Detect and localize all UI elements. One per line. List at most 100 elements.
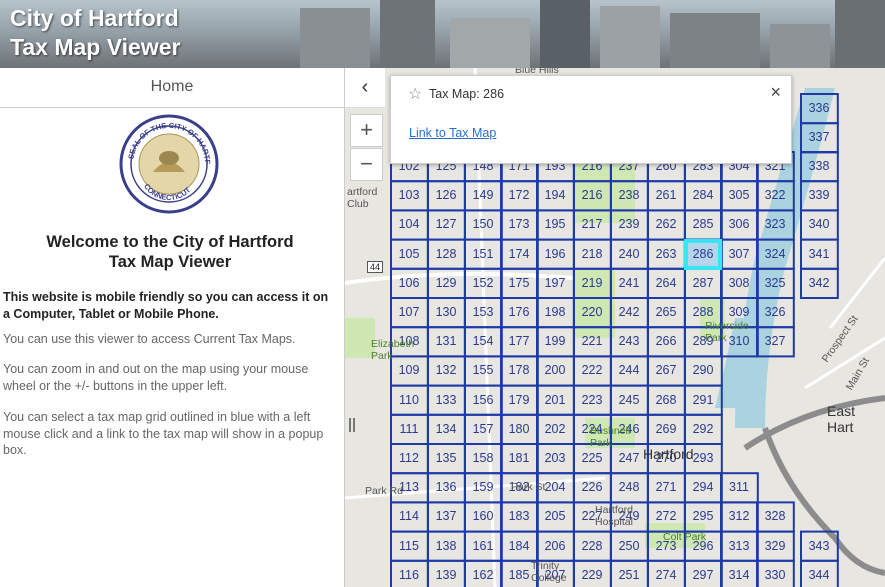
grid-cell-312[interactable]: 312 xyxy=(721,502,757,531)
grid-cell-184[interactable]: 184 xyxy=(501,532,537,561)
grid-cell-222[interactable]: 222 xyxy=(574,356,610,385)
grid-cell-116[interactable]: 116 xyxy=(391,561,427,587)
grid-cell-327[interactable]: 327 xyxy=(757,327,793,356)
grid-cell-274[interactable]: 274 xyxy=(648,561,684,587)
tax-map-link[interactable]: Link to Tax Map xyxy=(409,126,496,140)
grid-cell-325[interactable]: 325 xyxy=(757,269,793,298)
grid-cell-126[interactable]: 126 xyxy=(428,181,464,210)
grid-cell-290[interactable]: 290 xyxy=(685,356,721,385)
grid-cell-150[interactable]: 150 xyxy=(465,210,501,239)
grid-cell-250[interactable]: 250 xyxy=(611,532,647,561)
grid-cell-157[interactable]: 157 xyxy=(465,415,501,444)
grid-cell-220[interactable]: 220 xyxy=(574,298,610,327)
grid-cell-251[interactable]: 251 xyxy=(611,561,647,587)
panel-splitter-handle[interactable] xyxy=(349,418,355,432)
grid-cell-292[interactable]: 292 xyxy=(685,415,721,444)
grid-cell-271[interactable]: 271 xyxy=(648,473,684,502)
grid-cell-313[interactable]: 313 xyxy=(721,532,757,561)
grid-cell-344[interactable]: 344 xyxy=(801,561,837,587)
grid-cell-160[interactable]: 160 xyxy=(465,502,501,531)
grid-cell-311[interactable]: 311 xyxy=(721,473,757,502)
grid-cell-324[interactable]: 324 xyxy=(757,240,793,269)
grid-cell-228[interactable]: 228 xyxy=(574,532,610,561)
grid-cell-159[interactable]: 159 xyxy=(465,473,501,502)
grid-cell-272[interactable]: 272 xyxy=(648,502,684,531)
grid-cell-229[interactable]: 229 xyxy=(574,561,610,587)
grid-cell-137[interactable]: 137 xyxy=(428,502,464,531)
grid-cell-128[interactable]: 128 xyxy=(428,240,464,269)
grid-cell-178[interactable]: 178 xyxy=(501,356,537,385)
grid-cell-291[interactable]: 291 xyxy=(685,386,721,415)
grid-cell-339[interactable]: 339 xyxy=(801,181,837,210)
grid-cell-107[interactable]: 107 xyxy=(391,298,427,327)
grid-cell-203[interactable]: 203 xyxy=(537,444,573,473)
grid-cell-267[interactable]: 267 xyxy=(648,356,684,385)
grid-cell-248[interactable]: 248 xyxy=(611,473,647,502)
grid-cell-268[interactable]: 268 xyxy=(648,386,684,415)
grid-cell-154[interactable]: 154 xyxy=(465,327,501,356)
grid-cell-136[interactable]: 136 xyxy=(428,473,464,502)
grid-cell-200[interactable]: 200 xyxy=(537,356,573,385)
grid-cell-177[interactable]: 177 xyxy=(501,327,537,356)
grid-cell-263[interactable]: 263 xyxy=(648,240,684,269)
grid-cell-265[interactable]: 265 xyxy=(648,298,684,327)
grid-cell-149[interactable]: 149 xyxy=(465,181,501,210)
grid-cell-239[interactable]: 239 xyxy=(611,210,647,239)
collapse-sidebar-button[interactable]: ‹ xyxy=(345,68,385,108)
grid-cell-342[interactable]: 342 xyxy=(801,269,837,298)
grid-cell-226[interactable]: 226 xyxy=(574,473,610,502)
close-icon[interactable]: × xyxy=(770,82,781,103)
grid-cell-173[interactable]: 173 xyxy=(501,210,537,239)
grid-cell-111[interactable]: 111 xyxy=(391,415,427,444)
tab-home[interactable]: Home xyxy=(0,68,344,108)
grid-cell-138[interactable]: 138 xyxy=(428,532,464,561)
grid-cell-294[interactable]: 294 xyxy=(685,473,721,502)
grid-cell-127[interactable]: 127 xyxy=(428,210,464,239)
grid-cell-261[interactable]: 261 xyxy=(648,181,684,210)
grid-cell-287[interactable]: 287 xyxy=(685,269,721,298)
grid-cell-242[interactable]: 242 xyxy=(611,298,647,327)
zoom-in-button[interactable]: + xyxy=(350,114,383,147)
grid-cell-132[interactable]: 132 xyxy=(428,356,464,385)
grid-cell-243[interactable]: 243 xyxy=(611,327,647,356)
grid-cell-286[interactable]: 286 xyxy=(684,238,722,270)
grid-cell-174[interactable]: 174 xyxy=(501,240,537,269)
grid-cell-175[interactable]: 175 xyxy=(501,269,537,298)
grid-cell-183[interactable]: 183 xyxy=(501,502,537,531)
grid-cell-285[interactable]: 285 xyxy=(685,210,721,239)
grid-cell-245[interactable]: 245 xyxy=(611,386,647,415)
grid-cell-305[interactable]: 305 xyxy=(721,181,757,210)
grid-cell-106[interactable]: 106 xyxy=(391,269,427,298)
grid-cell-161[interactable]: 161 xyxy=(465,532,501,561)
grid-cell-181[interactable]: 181 xyxy=(501,444,537,473)
grid-cell-306[interactable]: 306 xyxy=(721,210,757,239)
grid-cell-330[interactable]: 330 xyxy=(757,561,793,587)
grid-cell-216[interactable]: 216 xyxy=(574,181,610,210)
grid-cell-329[interactable]: 329 xyxy=(757,532,793,561)
grid-cell-295[interactable]: 295 xyxy=(685,502,721,531)
grid-cell-153[interactable]: 153 xyxy=(465,298,501,327)
grid-cell-307[interactable]: 307 xyxy=(721,240,757,269)
grid-cell-195[interactable]: 195 xyxy=(537,210,573,239)
grid-cell-264[interactable]: 264 xyxy=(648,269,684,298)
grid-cell-297[interactable]: 297 xyxy=(685,561,721,587)
grid-cell-284[interactable]: 284 xyxy=(685,181,721,210)
grid-cell-179[interactable]: 179 xyxy=(501,386,537,415)
grid-cell-201[interactable]: 201 xyxy=(537,386,573,415)
grid-cell-241[interactable]: 241 xyxy=(611,269,647,298)
grid-cell-341[interactable]: 341 xyxy=(801,240,837,269)
grid-cell-197[interactable]: 197 xyxy=(537,269,573,298)
grid-cell-105[interactable]: 105 xyxy=(391,240,427,269)
grid-cell-114[interactable]: 114 xyxy=(391,502,427,531)
grid-cell-131[interactable]: 131 xyxy=(428,327,464,356)
grid-cell-328[interactable]: 328 xyxy=(757,502,793,531)
grid-cell-244[interactable]: 244 xyxy=(611,356,647,385)
grid-cell-133[interactable]: 133 xyxy=(428,386,464,415)
zoom-out-button[interactable]: − xyxy=(350,148,383,181)
grid-cell-340[interactable]: 340 xyxy=(801,210,837,239)
grid-cell-336[interactable]: 336 xyxy=(801,94,837,123)
grid-cell-262[interactable]: 262 xyxy=(648,210,684,239)
grid-cell-135[interactable]: 135 xyxy=(428,444,464,473)
grid-cell-343[interactable]: 343 xyxy=(801,532,837,561)
grid-cell-322[interactable]: 322 xyxy=(757,181,793,210)
